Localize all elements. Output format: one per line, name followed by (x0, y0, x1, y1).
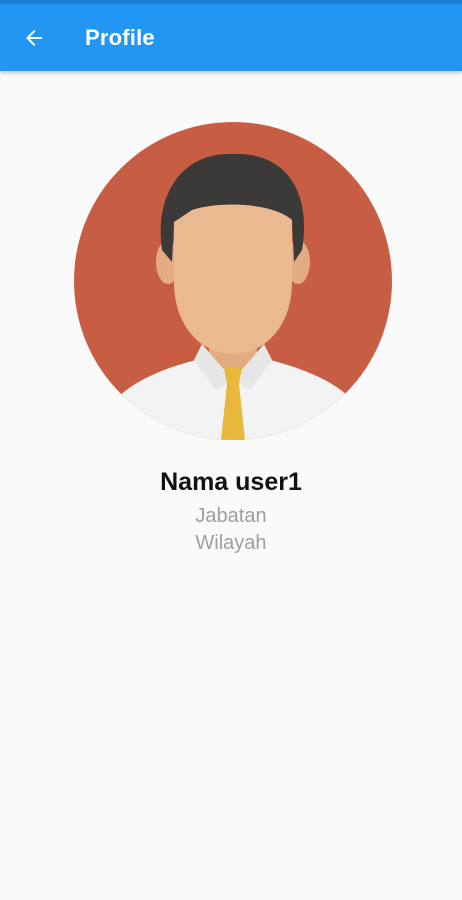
user-region: Wilayah (195, 532, 267, 554)
user-position: Jabatan (195, 505, 267, 527)
arrow-left-icon (26, 29, 42, 46)
user-name: Nama user1 (160, 468, 302, 496)
page-title: Profile (85, 24, 155, 50)
back-button[interactable] (20, 24, 48, 52)
app-bar: Profile (0, 4, 462, 71)
avatar (74, 122, 392, 440)
profile-screen: Profile Nama user1 Jabatan Wilayah (0, 0, 462, 900)
